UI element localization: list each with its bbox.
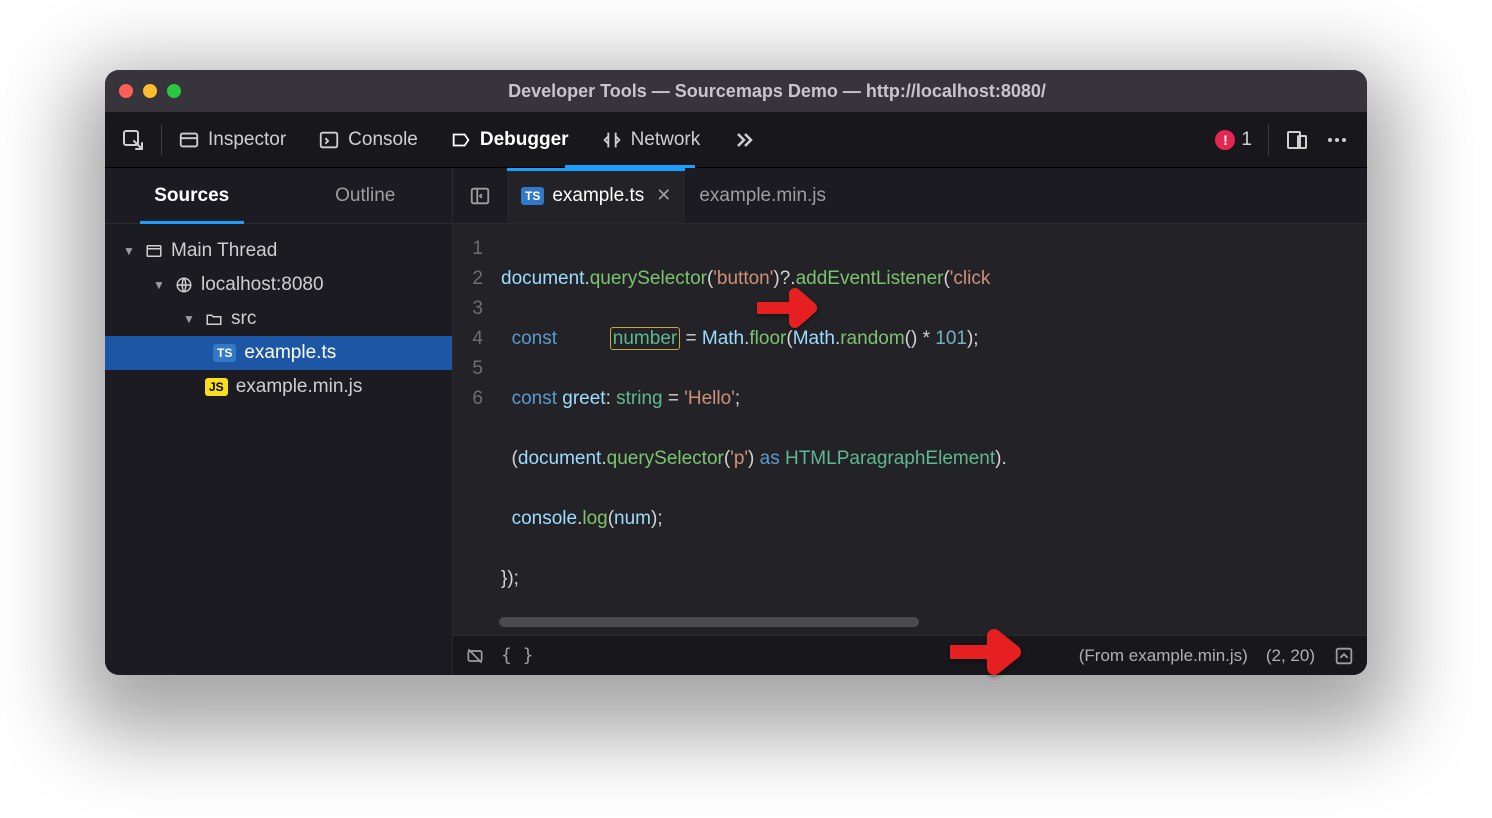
error-count: 1 bbox=[1241, 129, 1252, 151]
inspector-icon bbox=[178, 129, 200, 151]
element-picker-button[interactable] bbox=[105, 112, 161, 167]
ts-badge-icon: TS bbox=[213, 344, 236, 362]
folder-icon bbox=[205, 310, 223, 328]
tab-network-label: Network bbox=[631, 129, 701, 151]
sidebar-tab-outline[interactable]: Outline bbox=[279, 168, 453, 223]
sourcemap-origin: (From example.min.js) bbox=[1079, 646, 1248, 666]
tree-folder-src[interactable]: ▼ src bbox=[105, 302, 452, 336]
close-window-button[interactable] bbox=[119, 84, 133, 98]
titlebar: Developer Tools — Sourcemaps Demo — http… bbox=[105, 70, 1367, 112]
ts-badge-icon: TS bbox=[521, 187, 544, 205]
tab-debugger-label: Debugger bbox=[480, 129, 569, 151]
toggle-sidebar-button[interactable] bbox=[453, 185, 507, 207]
tab-inspector[interactable]: Inspector bbox=[162, 112, 302, 167]
editor-pane: TS example.ts ✕ example.min.js 1 2 3 4 5… bbox=[453, 168, 1367, 675]
tab-overflow-button[interactable] bbox=[716, 112, 772, 167]
tab-network[interactable]: Network bbox=[585, 112, 717, 167]
tree-file-label: example.min.js bbox=[236, 376, 363, 398]
tree-file-example-ts[interactable]: TS example.ts bbox=[105, 336, 452, 370]
cursor-position: (2, 20) bbox=[1266, 646, 1315, 666]
line-numbers: 1 2 3 4 5 6 bbox=[453, 224, 493, 635]
sources-sidebar: Sources Outline ▼ Main Thread ▼ localhos… bbox=[105, 168, 453, 675]
horizontal-scrollbar[interactable] bbox=[499, 617, 919, 627]
tree-main-thread-label: Main Thread bbox=[171, 240, 277, 262]
map-scopes-button[interactable] bbox=[1333, 645, 1355, 667]
editor-statusbar: { } (From example.min.js) (2, 20) bbox=[453, 635, 1367, 675]
twisty-down-icon: ▼ bbox=[123, 244, 137, 258]
twisty-down-icon: ▼ bbox=[183, 312, 197, 326]
tree-host-label: localhost:8080 bbox=[201, 274, 324, 296]
picker-icon bbox=[121, 128, 145, 152]
tab-debugger[interactable]: Debugger bbox=[434, 112, 585, 167]
code-editor[interactable]: 1 2 3 4 5 6 document.querySelector('butt… bbox=[453, 224, 1367, 635]
tree-host[interactable]: ▼ localhost:8080 bbox=[105, 268, 452, 302]
editor-tab-example-ts[interactable]: TS example.ts ✕ bbox=[507, 168, 685, 223]
responsive-design-button[interactable] bbox=[1285, 128, 1309, 152]
window-icon bbox=[145, 242, 163, 260]
source-tree: ▼ Main Thread ▼ localhost:8080 ▼ src TS … bbox=[105, 224, 452, 675]
tree-folder-label: src bbox=[231, 308, 256, 330]
editor-tab-example-min-js[interactable]: example.min.js bbox=[685, 168, 840, 223]
toolbar-divider bbox=[1268, 124, 1269, 156]
traffic-lights bbox=[119, 84, 181, 98]
editor-tab-label: example.ts bbox=[552, 185, 644, 207]
tab-console[interactable]: Console bbox=[302, 112, 434, 167]
js-badge-icon: JS bbox=[205, 378, 228, 396]
debugger-icon bbox=[450, 129, 472, 151]
maximize-window-button[interactable] bbox=[167, 84, 181, 98]
devtools-window: Developer Tools — Sourcemaps Demo — http… bbox=[105, 70, 1367, 675]
tree-file-label: example.ts bbox=[244, 342, 336, 364]
sidebar-tab-sources-label: Sources bbox=[154, 185, 229, 207]
tab-console-label: Console bbox=[348, 129, 418, 151]
tab-inspector-label: Inspector bbox=[208, 129, 286, 151]
code-content: document.querySelector('button')?.addEve… bbox=[493, 224, 1367, 635]
annotation-arrow-icon bbox=[950, 624, 1022, 680]
editor-tabs: TS example.ts ✕ example.min.js bbox=[453, 168, 1367, 224]
window-title: Developer Tools — Sourcemaps Demo — http… bbox=[201, 81, 1353, 102]
editor-tab-label: example.min.js bbox=[699, 185, 826, 207]
sidebar-tab-outline-label: Outline bbox=[335, 185, 395, 207]
pretty-print-button[interactable]: { } bbox=[501, 645, 534, 666]
globe-icon bbox=[175, 276, 193, 294]
error-count-badge[interactable]: ! 1 bbox=[1215, 129, 1252, 151]
twisty-down-icon: ▼ bbox=[153, 278, 167, 292]
blackbox-icon[interactable] bbox=[465, 646, 485, 666]
tree-main-thread[interactable]: ▼ Main Thread bbox=[105, 234, 452, 268]
minimize-window-button[interactable] bbox=[143, 84, 157, 98]
console-icon bbox=[318, 129, 340, 151]
annotation-arrow-icon bbox=[757, 284, 817, 332]
devtools-toolbar: Inspector Console Debugger Network ! 1 bbox=[105, 112, 1367, 168]
chevron-double-right-icon bbox=[732, 128, 756, 152]
sidebar-tab-sources[interactable]: Sources bbox=[105, 168, 279, 223]
tree-file-example-min-js[interactable]: JS example.min.js bbox=[105, 370, 452, 404]
kebab-menu-button[interactable] bbox=[1325, 128, 1349, 152]
network-icon bbox=[601, 129, 623, 151]
close-tab-button[interactable]: ✕ bbox=[656, 185, 671, 206]
error-icon: ! bbox=[1215, 130, 1235, 150]
highlighted-type: number bbox=[610, 327, 680, 350]
